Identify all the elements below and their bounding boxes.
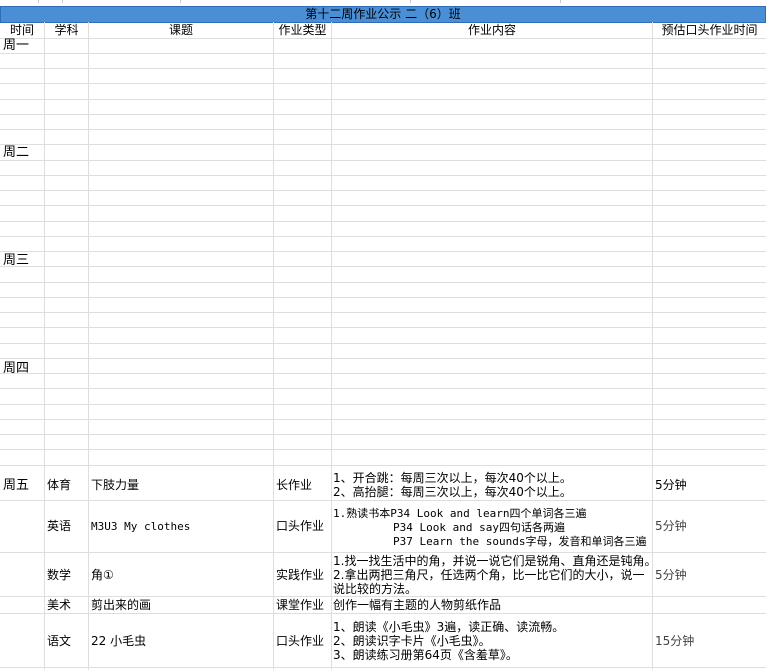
row-divider <box>0 160 766 161</box>
row-divider <box>0 175 766 176</box>
header-type[interactable]: 作业类型 <box>274 22 331 38</box>
cell-type[interactable]: 口头作业 <box>276 520 324 533</box>
header-duration[interactable]: 预估口头作业时间 <box>653 22 766 38</box>
row-divider <box>0 221 766 222</box>
row-divider <box>0 500 766 501</box>
row-divider <box>0 114 766 115</box>
cell-topic[interactable]: 剪出来的画 <box>91 599 151 612</box>
row-divider <box>0 373 766 374</box>
cell-content-line[interactable]: 2、朗读识字卡片《小毛虫》。 <box>333 635 491 648</box>
cell-topic[interactable]: 角① <box>91 569 114 582</box>
row-divider <box>0 465 766 466</box>
cell-duration[interactable]: 15分钟 <box>655 635 694 648</box>
row-divider <box>0 667 766 668</box>
cell-content-line[interactable]: 1.熟读书本P34 Look and learn四个单词各三遍 <box>333 507 586 520</box>
row-divider <box>0 38 766 39</box>
toolbar-tick <box>62 0 63 3</box>
row-divider <box>0 68 766 69</box>
header-subject[interactable]: 学科 <box>45 22 88 38</box>
header-content[interactable]: 作业内容 <box>332 22 652 38</box>
row-divider <box>0 266 766 267</box>
header-topic[interactable]: 课题 <box>89 22 273 38</box>
cell-type[interactable]: 口头作业 <box>276 635 324 648</box>
cell-subject[interactable]: 体育 <box>47 479 71 492</box>
column-divider <box>44 22 45 670</box>
row-divider <box>0 388 766 389</box>
column-divider <box>88 22 89 670</box>
row-divider <box>0 83 766 84</box>
row-divider <box>0 613 766 614</box>
toolbar-tick <box>410 0 411 3</box>
row-divider <box>0 190 766 191</box>
cell-content-line[interactable]: 2、高抬腿：每周三次以上，每次40个以上。 <box>333 486 572 499</box>
row-divider <box>0 282 766 283</box>
day-label-fri[interactable]: 周五 <box>3 479 29 492</box>
toolbar-tick <box>560 0 561 3</box>
cell-type[interactable]: 长作业 <box>276 479 312 492</box>
cell-subject[interactable]: 数学 <box>47 569 71 582</box>
cell-content-line[interactable]: 1、朗读《小毛虫》3遍，读正确、读流畅。 <box>333 621 564 634</box>
cell-content-line[interactable]: 3、朗读练习册第64页《含羞草》。 <box>333 649 518 662</box>
toolbar-tick <box>38 0 39 3</box>
day-label-thu[interactable]: 周四 <box>3 362 29 375</box>
row-divider <box>0 251 766 252</box>
toolbar-tick <box>180 0 181 3</box>
row-divider <box>0 236 766 237</box>
cell-duration[interactable]: 5分钟 <box>655 520 687 533</box>
row-divider <box>0 312 766 313</box>
row-divider <box>0 129 766 130</box>
cell-topic[interactable]: M3U3 My clothes <box>91 520 190 533</box>
cell-content-line[interactable]: 创作一幅有主题的人物剪纸作品 <box>333 599 501 612</box>
row-divider <box>0 358 766 359</box>
spreadsheet-grid[interactable]: 时间 学科 课题 作业类型 作业内容 预估口头作业时间 周一 周二 周三 周四 … <box>0 22 766 670</box>
row-divider <box>0 343 766 344</box>
sheet-title[interactable]: 第十二周作业公示 二（6）班 <box>0 6 766 23</box>
row-divider <box>0 53 766 54</box>
cell-type[interactable]: 实践作业 <box>276 569 324 582</box>
cell-content-line[interactable]: 1、开合跳：每周三次以上，每次40个以上。 <box>333 472 572 485</box>
cell-topic[interactable]: 22 小毛虫 <box>91 635 146 648</box>
row-divider <box>0 419 766 420</box>
cell-subject[interactable]: 语文 <box>47 635 71 648</box>
cell-duration[interactable]: 5分钟 <box>655 479 687 492</box>
cell-duration[interactable]: 5分钟 <box>655 569 687 582</box>
cell-content-line[interactable]: P37 Learn the sounds字母，发音和单词各三遍 <box>393 535 646 548</box>
row-divider <box>0 404 766 405</box>
cell-content-line[interactable]: 1.找一找生活中的角，并说一说它们是锐角、直角还是钝角。 <box>333 555 656 568</box>
cell-subject[interactable]: 英语 <box>47 520 71 533</box>
cell-content-line[interactable]: 说比较的方法。 <box>333 583 417 596</box>
row-divider <box>0 449 766 450</box>
header-time[interactable]: 时间 <box>0 22 44 38</box>
row-divider <box>0 434 766 435</box>
cell-type[interactable]: 课堂作业 <box>276 599 324 612</box>
cell-topic[interactable]: 下肢力量 <box>91 479 139 492</box>
row-divider <box>0 327 766 328</box>
day-label-wed[interactable]: 周三 <box>3 254 29 267</box>
day-label-mon[interactable]: 周一 <box>3 39 29 52</box>
row-divider <box>0 144 766 145</box>
column-divider <box>652 22 653 670</box>
cell-content-line[interactable]: P34 Look and say四句话各两遍 <box>393 521 565 534</box>
day-label-tue[interactable]: 周二 <box>3 146 29 159</box>
row-divider <box>0 297 766 298</box>
row-divider <box>0 596 766 597</box>
cell-content-line[interactable]: 2.拿出两把三角尺，任选两个角，比一比它们的大小，说一 <box>333 569 644 582</box>
row-divider <box>0 99 766 100</box>
column-divider <box>331 22 332 670</box>
row-divider <box>0 205 766 206</box>
row-divider <box>0 552 766 553</box>
cell-subject[interactable]: 美术 <box>47 599 71 612</box>
column-divider <box>273 22 274 670</box>
